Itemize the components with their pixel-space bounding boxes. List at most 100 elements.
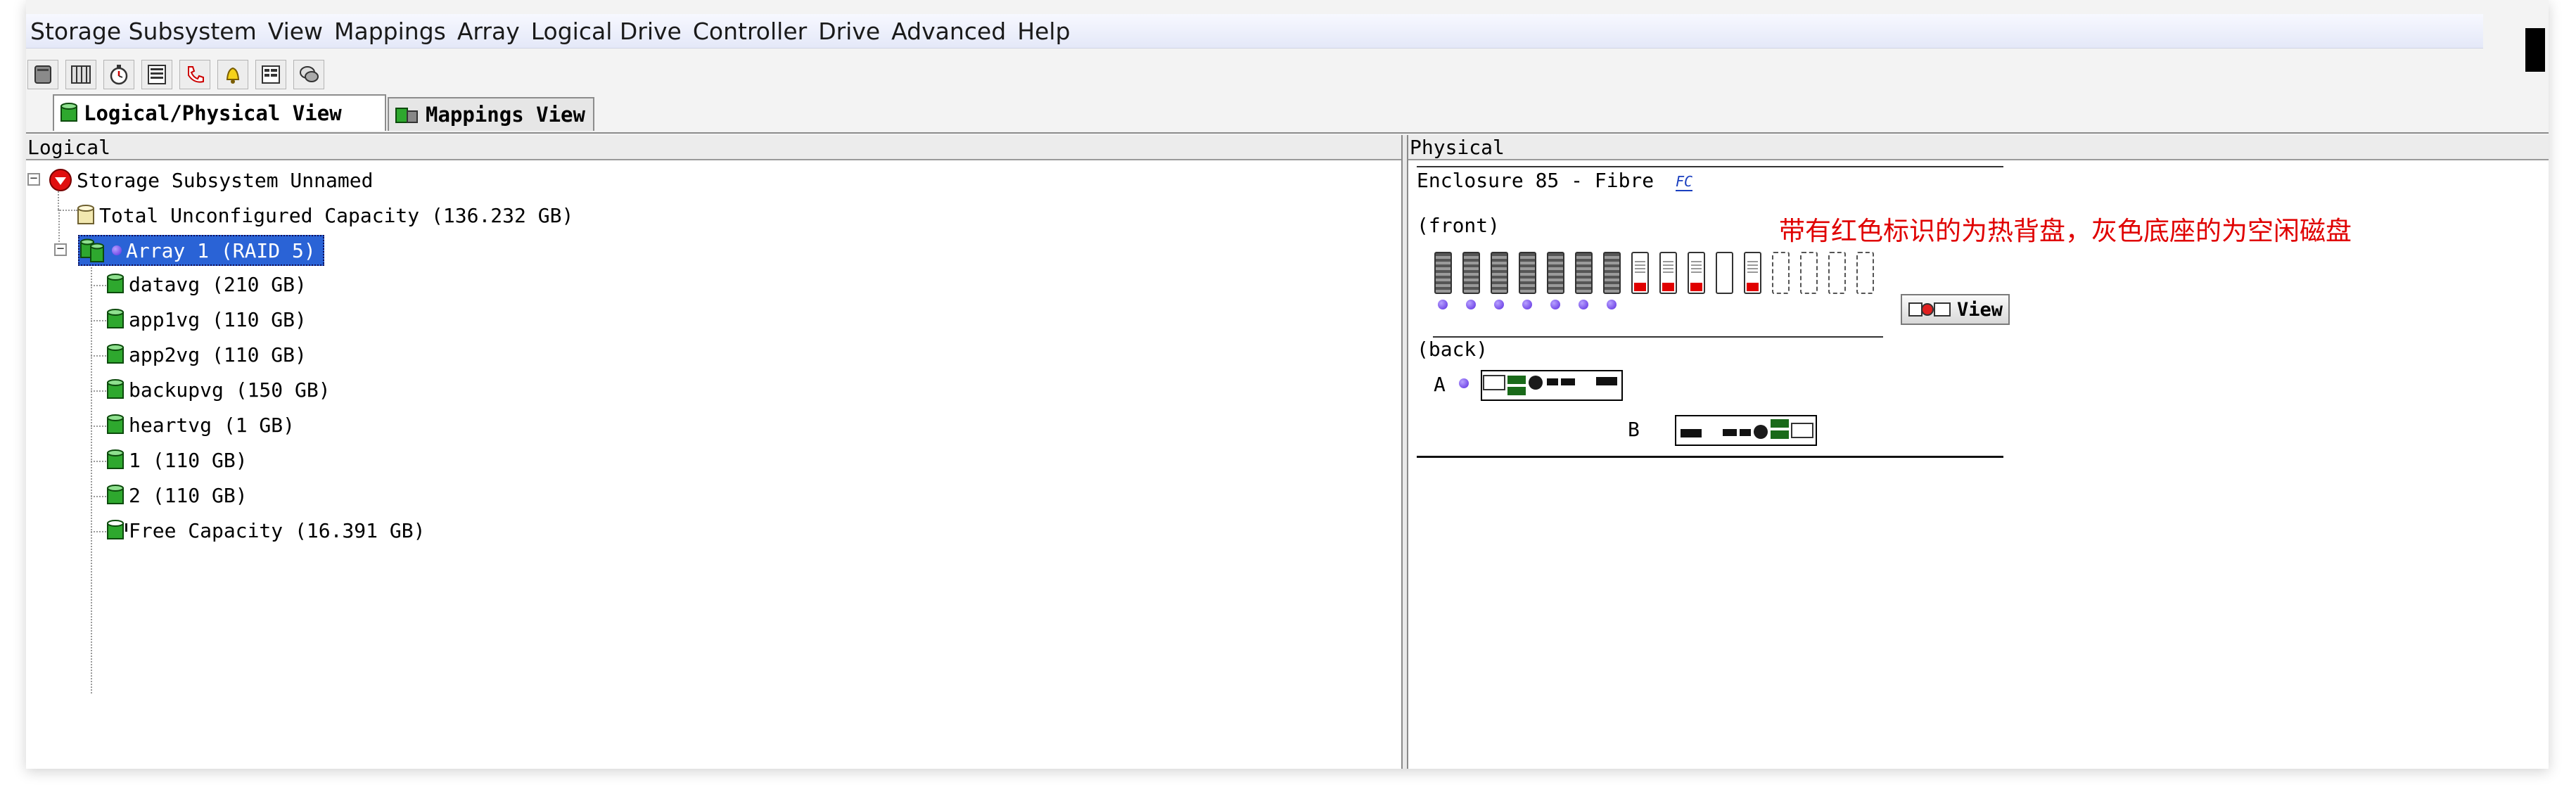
empty-drive-slot[interactable] <box>1856 252 1874 294</box>
array-member-dot <box>1466 300 1476 309</box>
tree-logical-drive[interactable]: backupvg (150 GB) <box>106 376 331 404</box>
enclosure-title: Enclosure 85 - Fibre <box>1417 169 1654 192</box>
tree-free-capacity[interactable]: Free Capacity (16.391 GB) <box>106 516 425 544</box>
hotspare-drive-slot[interactable] <box>1631 252 1649 294</box>
chat-icon <box>300 66 319 82</box>
toolbar <box>27 59 324 90</box>
hotspare-drive-slot[interactable] <box>1688 252 1705 294</box>
phone-icon <box>188 66 204 83</box>
tree-logical-drive[interactable]: app1vg (110 GB) <box>106 305 307 333</box>
menu-help[interactable]: Help <box>1013 18 1074 45</box>
tree-logical-drive[interactable]: datavg (210 GB) <box>106 270 307 298</box>
logical-drive-icon <box>107 414 124 434</box>
menu-array[interactable]: Array <box>453 18 524 45</box>
subsystem-button[interactable] <box>27 60 58 89</box>
mappings-icon <box>395 108 418 123</box>
tab-mappings-label: Mappings View <box>426 103 585 127</box>
controller-b-ports-icon <box>1681 419 1813 439</box>
enclosure-icon <box>71 65 91 84</box>
array-label: Array 1 (RAID 5) <box>126 238 316 262</box>
empty-drive-slot[interactable] <box>1828 252 1846 294</box>
physical-pane-header: Physical <box>1408 135 2549 160</box>
view-enclosure-button[interactable]: View <box>1901 294 2010 325</box>
menu-mappings[interactable]: Mappings <box>330 18 450 45</box>
tree-unconfigured-capacity[interactable]: Total Unconfigured Capacity (136.232 GB) <box>77 201 573 229</box>
logical-tree: − Storage Subsystem Unnamed Total Unconf… <box>26 160 1401 769</box>
menu-storage-subsystem[interactable]: Storage Subsystem <box>26 18 261 45</box>
tree-logical-drive[interactable]: 2 (110 GB) <box>106 481 248 509</box>
logical-drive-label: datavg (210 GB) <box>129 272 307 296</box>
physical-pane-title: Physical <box>1410 136 1505 159</box>
unconfigured-label: Total Unconfigured Capacity (136.232 GB) <box>99 203 574 227</box>
alert-icon <box>49 169 72 191</box>
tree-logical-drive[interactable]: app2vg (110 GB) <box>106 340 307 369</box>
logical-drive-icon <box>107 485 124 504</box>
empty-drive-slot[interactable] <box>1772 252 1790 294</box>
tree-logical-drive[interactable]: 1 (110 GB) <box>106 446 248 474</box>
collapse-array-toggle[interactable]: − <box>54 243 67 256</box>
menu-view[interactable]: View <box>264 18 327 45</box>
window-corner-block <box>2525 28 2545 72</box>
app-window: Storage Subsystem View Mappings Array Lo… <box>26 0 2549 769</box>
root-label: Storage Subsystem Unnamed <box>77 168 374 192</box>
subsystem-icon <box>34 65 51 84</box>
drive-slot[interactable] <box>1462 252 1480 294</box>
hotspare-drive-slot[interactable] <box>1659 252 1677 294</box>
pane-splitter[interactable] <box>1401 135 1408 769</box>
logical-drive-label: 1 (110 GB) <box>129 448 248 472</box>
drive-icon <box>60 103 77 122</box>
logical-drive-label: app2vg (110 GB) <box>129 343 307 366</box>
logical-drive-icon <box>107 309 124 328</box>
drive-slot[interactable] <box>1434 252 1452 294</box>
controller-a[interactable] <box>1481 370 1623 401</box>
tab-mappings-view[interactable]: Mappings View <box>388 97 594 131</box>
menu-advanced[interactable]: Advanced <box>887 18 1010 45</box>
list-button[interactable] <box>141 60 172 89</box>
array-icon <box>80 238 104 262</box>
hotspare-drive-slot[interactable] <box>1744 252 1761 294</box>
properties-button[interactable] <box>255 60 286 89</box>
free-capacity-icon <box>107 520 127 539</box>
free-capacity-label: Free Capacity (16.391 GB) <box>129 518 426 542</box>
logical-drive-icon <box>107 274 124 293</box>
array-member-dot <box>1494 300 1504 309</box>
tree-logical-drive[interactable]: heartvg (1 GB) <box>106 411 295 439</box>
drive-slot[interactable] <box>1603 252 1621 294</box>
bell-icon <box>226 67 240 84</box>
physical-view: Enclosure 85 - Fibre FC (front) 带有红色标识的为… <box>1408 160 2549 769</box>
unassigned-drive-slot[interactable] <box>1716 252 1733 294</box>
logical-drive-icon <box>107 379 124 399</box>
drive-slot[interactable] <box>1491 252 1508 294</box>
stopwatch-button[interactable] <box>103 60 134 89</box>
array-member-dot <box>1607 300 1617 309</box>
logical-drive-label: backupvg (150 GB) <box>129 378 331 402</box>
fc-badge: FC <box>1676 173 1693 191</box>
tree-root-subsystem[interactable]: Storage Subsystem Unnamed <box>49 166 373 194</box>
collapse-root-toggle[interactable]: − <box>27 172 40 186</box>
logical-pane-header: Logical <box>26 135 1401 160</box>
drive-slot[interactable] <box>1519 252 1536 294</box>
logical-drive-label: 2 (110 GB) <box>129 483 248 507</box>
logical-pane-title: Logical <box>27 136 111 159</box>
logical-drive-icon <box>107 449 124 469</box>
bell-button[interactable] <box>217 60 248 89</box>
array-member-dot <box>1438 300 1448 309</box>
enclosure-button[interactable] <box>65 60 96 89</box>
drive-slot[interactable] <box>1547 252 1564 294</box>
unconfigured-drive-icon <box>77 205 94 224</box>
tree-array-1[interactable]: Array 1 (RAID 5) <box>78 235 324 266</box>
controller-b[interactable] <box>1675 415 1817 446</box>
menu-controller[interactable]: Controller <box>689 18 811 45</box>
status-dot-icon <box>112 245 122 255</box>
controller-a-status-dot <box>1459 378 1469 388</box>
phone-button[interactable] <box>179 60 210 89</box>
menu-drive[interactable]: Drive <box>814 18 884 45</box>
annotation-text: 带有红色标识的为热背盘，灰色底座的为空闲磁盘 <box>1779 216 2352 246</box>
menu-logical-drive[interactable]: Logical Drive <box>527 18 686 45</box>
drive-slot[interactable] <box>1575 252 1593 294</box>
controller-a-ports-icon <box>1483 375 1617 395</box>
empty-drive-slot[interactable] <box>1800 252 1818 294</box>
chat-button[interactable] <box>293 60 324 89</box>
menu-bar: Storage Subsystem View Mappings Array Lo… <box>26 14 2483 49</box>
tab-logical-physical-view[interactable]: Logical/Physical View <box>53 94 386 131</box>
